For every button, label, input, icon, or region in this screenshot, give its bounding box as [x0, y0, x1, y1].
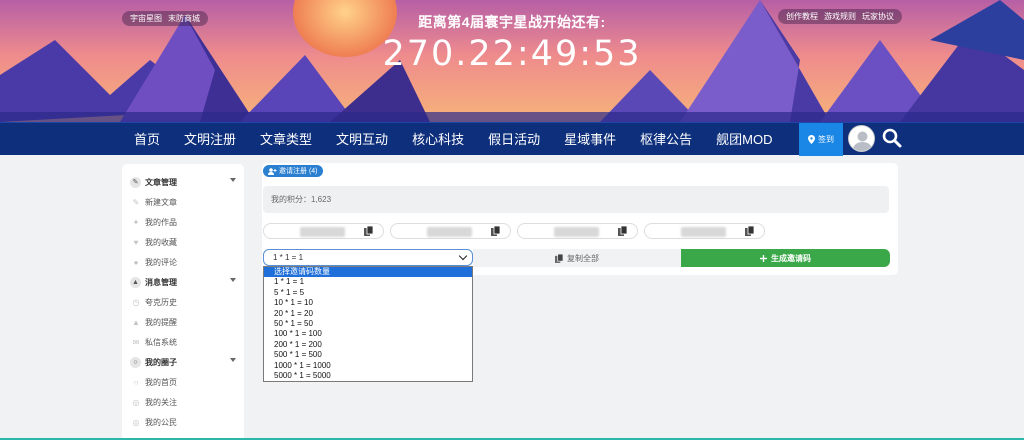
sidebar-item-label: 私信系统 [145, 337, 177, 347]
dropdown-option[interactable]: 20 * 1 = 20 [264, 309, 472, 319]
nav-mod[interactable]: 舰团MOD [704, 123, 784, 156]
chevron-down-icon [230, 178, 236, 182]
sidebar-group-label: 消息管理 [145, 277, 177, 287]
checkin-button[interactable]: 签到 [799, 123, 843, 156]
copy-all-label: 复制全部 [567, 253, 599, 263]
search-button[interactable] [881, 127, 903, 149]
sidebar-item-label: 我的作品 [145, 217, 177, 227]
points-display: 我的积分：1,623 [263, 186, 889, 213]
sidebar-group-label: 我的圈子 [145, 357, 177, 367]
sidebar-item-citizens[interactable]: ◎ 我的公民 [122, 412, 244, 432]
chevron-down-icon [230, 278, 236, 282]
sidebar-item-history[interactable]: ◷ 夸克历史 [122, 292, 244, 312]
heart-icon: ♥ [133, 237, 139, 247]
sidebar-item-favorites[interactable]: ♥ 我的收藏 [122, 232, 244, 252]
invite-code-pill [644, 223, 765, 239]
code-quantity-select[interactable]: 1 * 1 = 1 [263, 249, 473, 266]
countdown-timer: 270.22:49:53 [382, 34, 642, 74]
nav-events[interactable]: 星域事件 [552, 123, 628, 156]
mail-icon: ✉ [132, 337, 140, 347]
plus-icon [760, 254, 767, 262]
quantity-dropdown-list: 选择邀请码数量 1 * 1 = 1 5 * 1 = 5 10 * 1 = 10 … [263, 266, 473, 382]
redacted-code [300, 227, 345, 237]
history-icon: ◷ [132, 297, 140, 307]
sidebar-item-following[interactable]: ◎ 我的关注 [122, 392, 244, 412]
sidebar-item-label: 我的提醒 [145, 317, 177, 327]
redacted-code [554, 227, 599, 237]
dropdown-option[interactable]: 500 * 1 = 500 [264, 350, 472, 360]
copy-icon[interactable] [364, 226, 373, 236]
users-icon: ◎ [132, 397, 140, 407]
chevron-down-icon [458, 251, 468, 261]
pin-icon: ✦ [132, 217, 140, 227]
avatar[interactable] [848, 125, 875, 152]
nav-menu: 首页 文明注册 文章类型 文明互动 核心科技 假日活动 星域事件 枢律公告 舰团… [122, 123, 784, 156]
copy-icon[interactable] [745, 226, 754, 236]
dropdown-option[interactable]: 100 * 1 = 100 [264, 329, 472, 339]
sidebar-group-label: 文章管理 [145, 177, 177, 187]
sidebar-item-label: 我的公民 [145, 417, 177, 427]
group-icon: ◎ [132, 417, 140, 427]
sidebar-group-messages[interactable]: ▲ 消息管理 [122, 272, 244, 292]
sidebar-group-articles[interactable]: ✎ 文章管理 [122, 172, 244, 192]
invite-code-pill [517, 223, 638, 239]
sidebar-item-messages[interactable]: ✉ 私信系统 [122, 332, 244, 352]
dropdown-option[interactable]: 200 * 1 = 200 [264, 340, 472, 350]
invite-code-pill [263, 223, 384, 239]
dropdown-option[interactable]: 10 * 1 = 10 [264, 298, 472, 308]
sidebar-item-label: 新建文章 [145, 197, 177, 207]
chevron-down-icon [230, 358, 236, 362]
generate-label: 生成邀请码 [771, 253, 811, 263]
sidebar-item-my-works[interactable]: ✦ 我的作品 [122, 212, 244, 232]
dropdown-option[interactable]: 1 * 1 = 1 [264, 277, 472, 287]
sidebar-item-label: 夸克历史 [145, 297, 177, 307]
nav-tech[interactable]: 核心科技 [400, 123, 476, 156]
nav-announcements[interactable]: 枢律公告 [628, 123, 704, 156]
invite-tag[interactable]: 邀请注册 (4) [263, 165, 323, 177]
copy-all-button[interactable]: 复制全部 [473, 249, 681, 267]
nav-article-types[interactable]: 文章类型 [248, 123, 324, 156]
countdown-title: 距离第4届寰宇星战开始还有: [418, 14, 606, 30]
dropdown-option[interactable]: 50 * 1 = 50 [264, 319, 472, 329]
dropdown-option[interactable]: 1000 * 1 = 1000 [264, 361, 472, 371]
nav-home[interactable]: 首页 [122, 123, 172, 156]
nav-holiday[interactable]: 假日活动 [476, 123, 552, 156]
pencil-icon: ✎ [130, 176, 141, 188]
select-value: 1 * 1 = 1 [273, 253, 304, 262]
checkin-label: 签到 [818, 135, 834, 144]
sidebar-group-circle[interactable]: ○ 我的圈子 [122, 352, 244, 372]
sidebar-item-reminders[interactable]: ▲ 我的提醒 [122, 312, 244, 332]
comment-icon: ● [133, 257, 139, 267]
sidebar-item-comments[interactable]: ● 我的评论 [122, 252, 244, 272]
dropdown-option[interactable]: 5 * 1 = 5 [264, 288, 472, 298]
sidebar-item-label: 我的评论 [145, 257, 177, 267]
bell-icon: ▲ [130, 276, 141, 288]
user-sidebar: ✎ 文章管理 ✎ 新建文章 ✦ 我的作品 ♥ 我的收藏 ● 我的评论 ▲ 消息管理 ◷ 夸… [122, 164, 244, 440]
user-plus-icon [268, 167, 277, 175]
home-icon: ○ [133, 377, 139, 387]
copy-icon [555, 253, 563, 263]
redacted-code [681, 227, 726, 237]
bell-icon: ▲ [132, 317, 140, 327]
nav-register[interactable]: 文明注册 [172, 123, 248, 156]
search-icon [882, 128, 902, 148]
dropdown-option[interactable]: 5000 * 1 = 5000 [264, 371, 472, 381]
sidebar-item-label: 我的关注 [145, 397, 177, 407]
sidebar-item-my-home[interactable]: ○ 我的首页 [122, 372, 244, 392]
circle-icon: ○ [130, 356, 141, 368]
nav-interaction[interactable]: 文明互动 [324, 123, 400, 156]
sidebar-item-new-article[interactable]: ✎ 新建文章 [122, 192, 244, 212]
redacted-code [427, 227, 472, 237]
invite-code-pill [390, 223, 511, 239]
invite-tag-label: 邀请注册 (4) [279, 168, 318, 175]
dropdown-option[interactable]: 选择邀请码数量 [264, 267, 472, 278]
edit-icon: ✎ [132, 197, 140, 207]
location-pin-icon [808, 135, 815, 144]
copy-icon[interactable] [491, 226, 500, 236]
sidebar-item-label: 我的收藏 [145, 237, 177, 247]
sidebar-item-label: 我的首页 [145, 377, 177, 387]
header-banner: 宇宙星图 末防商城 创作教程 游戏规则 玩家协议 距离第4届寰宇星战开始还有: … [0, 0, 1024, 122]
copy-icon[interactable] [618, 226, 627, 236]
generate-code-button[interactable]: 生成邀请码 [681, 249, 890, 267]
